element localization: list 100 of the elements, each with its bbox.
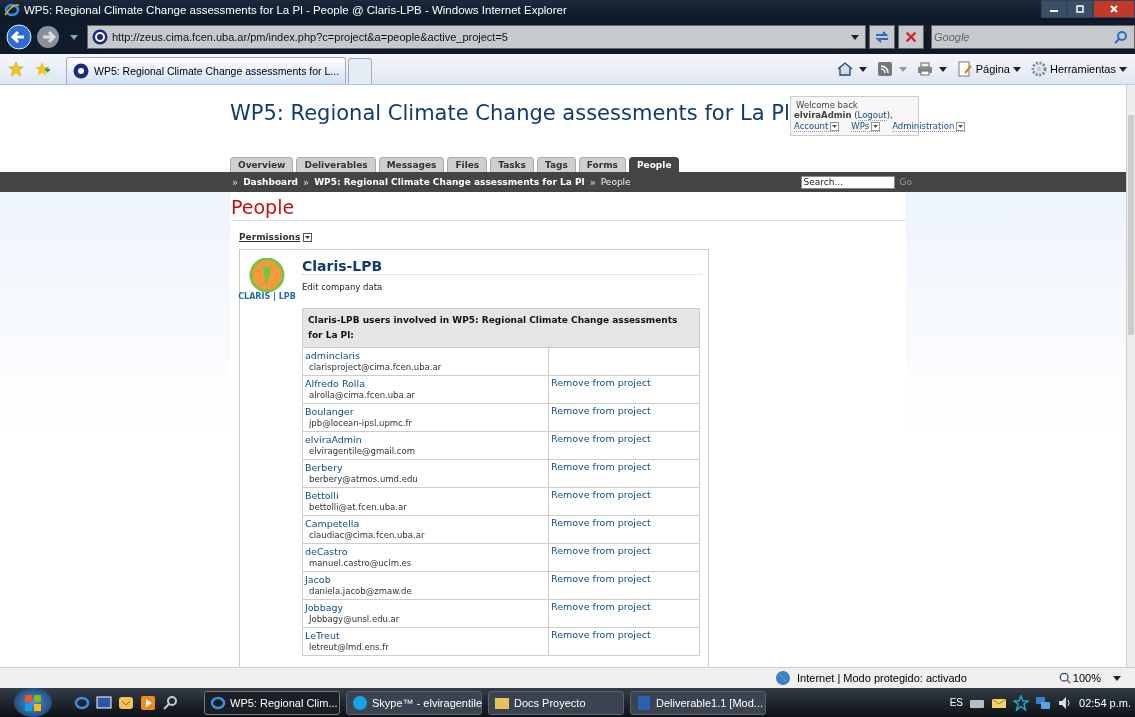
restore-button[interactable] <box>1067 0 1093 18</box>
nav-tab[interactable]: Messages <box>378 157 445 172</box>
search-input[interactable]: Google <box>932 30 1114 44</box>
search-field[interactable]: Search... <box>800 175 895 189</box>
nav-tab[interactable]: Forms <box>578 157 626 172</box>
email-link[interactable]: manuel.castro@uclm.es <box>309 558 412 568</box>
caret-icon[interactable] <box>70 34 78 40</box>
nav-tab[interactable]: People <box>628 157 680 172</box>
breadcrumb-separator: » <box>589 176 596 188</box>
nav-tab[interactable]: Overview <box>230 157 294 172</box>
start-button[interactable] <box>14 688 52 717</box>
email-link[interactable]: Jobbagy@unsl.edu.ar <box>309 614 400 624</box>
email-link[interactable]: claudiac@cima.fcen.uba.ar <box>309 530 425 540</box>
home-icon[interactable] <box>836 61 853 77</box>
email-link[interactable]: letreut@lmd.ens.fr <box>309 642 389 652</box>
edit-company-link[interactable]: Edit company data <box>302 282 383 292</box>
welcome-text: Welcome back <box>795 100 859 110</box>
search-icon[interactable] <box>162 694 178 711</box>
desktop-icon[interactable] <box>96 694 112 711</box>
document-icon <box>636 694 652 711</box>
refresh-icon <box>874 29 890 45</box>
tools-menu-button[interactable]: Herramientas <box>1030 61 1127 77</box>
clock[interactable]: 02:54 p.m. <box>1079 696 1131 709</box>
address-field[interactable]: http://zeus.cima.fcen.uba.ar/pm/index.php?c=project&a=people&active_project=5 <box>87 25 866 49</box>
nav-tab[interactable]: Tags <box>536 157 576 172</box>
magnifier-icon <box>1058 672 1071 684</box>
site-icon <box>92 29 108 45</box>
user-link[interactable]: Campetella <box>305 518 360 529</box>
user-link[interactable]: Boulanger <box>305 406 354 417</box>
scrollbar[interactable] <box>1126 85 1135 667</box>
taskbar-button[interactable]: Skype™ - elviragentile <box>346 690 482 715</box>
browser-tab[interactable]: WP5: Regional Climate Change assessments for L... <box>66 57 347 84</box>
user-link[interactable]: LeTreut <box>305 630 340 641</box>
user-link[interactable]: Alfredo Rolla <box>305 378 365 389</box>
email-link[interactable]: bettolli@at.fcen.uba.ar <box>309 502 407 512</box>
globe-icon <box>775 670 792 686</box>
mail-icon[interactable] <box>118 694 134 711</box>
menu-link[interactable]: Administration <box>892 121 966 132</box>
browser-icon <box>210 694 226 711</box>
menu-link[interactable]: Account <box>794 121 840 132</box>
email-link[interactable]: elviragentile@gmail.com <box>309 446 415 456</box>
language-indicator[interactable]: ES <box>949 697 963 708</box>
user-link[interactable]: Jacob <box>305 574 331 585</box>
nav-tab[interactable]: Tasks <box>490 157 534 172</box>
menu-link[interactable]: WPs <box>851 121 881 132</box>
taskbar-button[interactable]: WP5: Regional Clim... <box>204 690 340 715</box>
feed-icon[interactable] <box>876 61 893 77</box>
email-link[interactable]: alrolla@cima.fcen.uba.ar <box>309 390 416 400</box>
back-button[interactable] <box>6 24 32 50</box>
play-icon[interactable] <box>140 694 156 711</box>
page-menu-button[interactable]: Página <box>956 61 1021 77</box>
project-title: WP5: Regional Climate Change assessments for La Pl <box>230 101 790 125</box>
user-link[interactable]: Bettolli <box>305 490 339 501</box>
email-link[interactable]: daniela.jacob@zmaw.de <box>309 586 412 596</box>
user-link[interactable]: elviraAdmin <box>305 434 362 445</box>
printer-icon[interactable] <box>916 61 933 77</box>
taskbar-button[interactable]: Deliverable1.1 [Mod... <box>630 690 766 715</box>
email-link[interactable]: berbery@atmos.umd.edu <box>309 474 418 484</box>
punctuation-text: ( <box>854 110 858 120</box>
permissions-link[interactable]: Permissions <box>239 232 313 242</box>
close-button[interactable] <box>1093 0 1135 18</box>
caret-icon[interactable] <box>938 66 947 72</box>
email-link[interactable]: jpb@locean-ipsl.upmc.fr <box>309 418 412 428</box>
minimize-button[interactable] <box>1041 0 1067 18</box>
zoom-button[interactable]: 100% <box>1058 672 1101 684</box>
caret-icon <box>1119 66 1127 72</box>
add-favorite-icon[interactable] <box>34 61 50 77</box>
dropdown-icon <box>830 121 840 131</box>
user-link[interactable]: deCastro <box>305 546 348 557</box>
caret-icon[interactable] <box>851 34 859 40</box>
user-link[interactable]: Berbery <box>305 462 343 473</box>
user-link[interactable]: Jobbagy <box>305 602 344 613</box>
user-link[interactable]: adminclaris <box>305 350 360 361</box>
caret-icon[interactable] <box>1113 675 1121 681</box>
user-name: elviraAdmin <box>794 110 852 120</box>
nav-tab[interactable]: Files <box>447 157 488 172</box>
search-field[interactable]: Google <box>931 25 1135 49</box>
security-zone-text: Internet | Modo protegido: activado <box>797 672 967 684</box>
taskbar-button[interactable]: Docs Proyecto <box>488 690 624 715</box>
breadcrumb-link[interactable]: WP5: Regional Climate Change assessments for La Pl <box>314 177 585 187</box>
breadcrumb-current: People <box>600 177 631 187</box>
restore-icon <box>1075 4 1085 14</box>
star-icon[interactable] <box>1013 694 1029 711</box>
windows-logo-icon <box>23 692 43 713</box>
email-link[interactable]: clarisproject@cima.fcen.uba.ar <box>309 362 442 372</box>
company-name: Claris-LPB <box>302 258 702 275</box>
close-icon <box>904 30 918 44</box>
forward-button[interactable] <box>35 24 61 50</box>
browser-icon[interactable] <box>74 694 90 711</box>
nav-tab[interactable]: Deliverables <box>296 157 376 172</box>
network-icon[interactable] <box>1035 694 1051 711</box>
breadcrumb-link[interactable]: Dashboard <box>243 177 298 187</box>
refresh-button[interactable] <box>869 25 895 49</box>
caret-icon[interactable] <box>858 66 867 72</box>
globe-logo-icon <box>249 258 285 292</box>
page-heading: People <box>231 196 906 221</box>
caret-icon <box>1012 66 1021 72</box>
go-button[interactable]: Go <box>899 177 912 187</box>
star-icon[interactable] <box>8 61 24 77</box>
stop-button[interactable] <box>898 25 924 49</box>
